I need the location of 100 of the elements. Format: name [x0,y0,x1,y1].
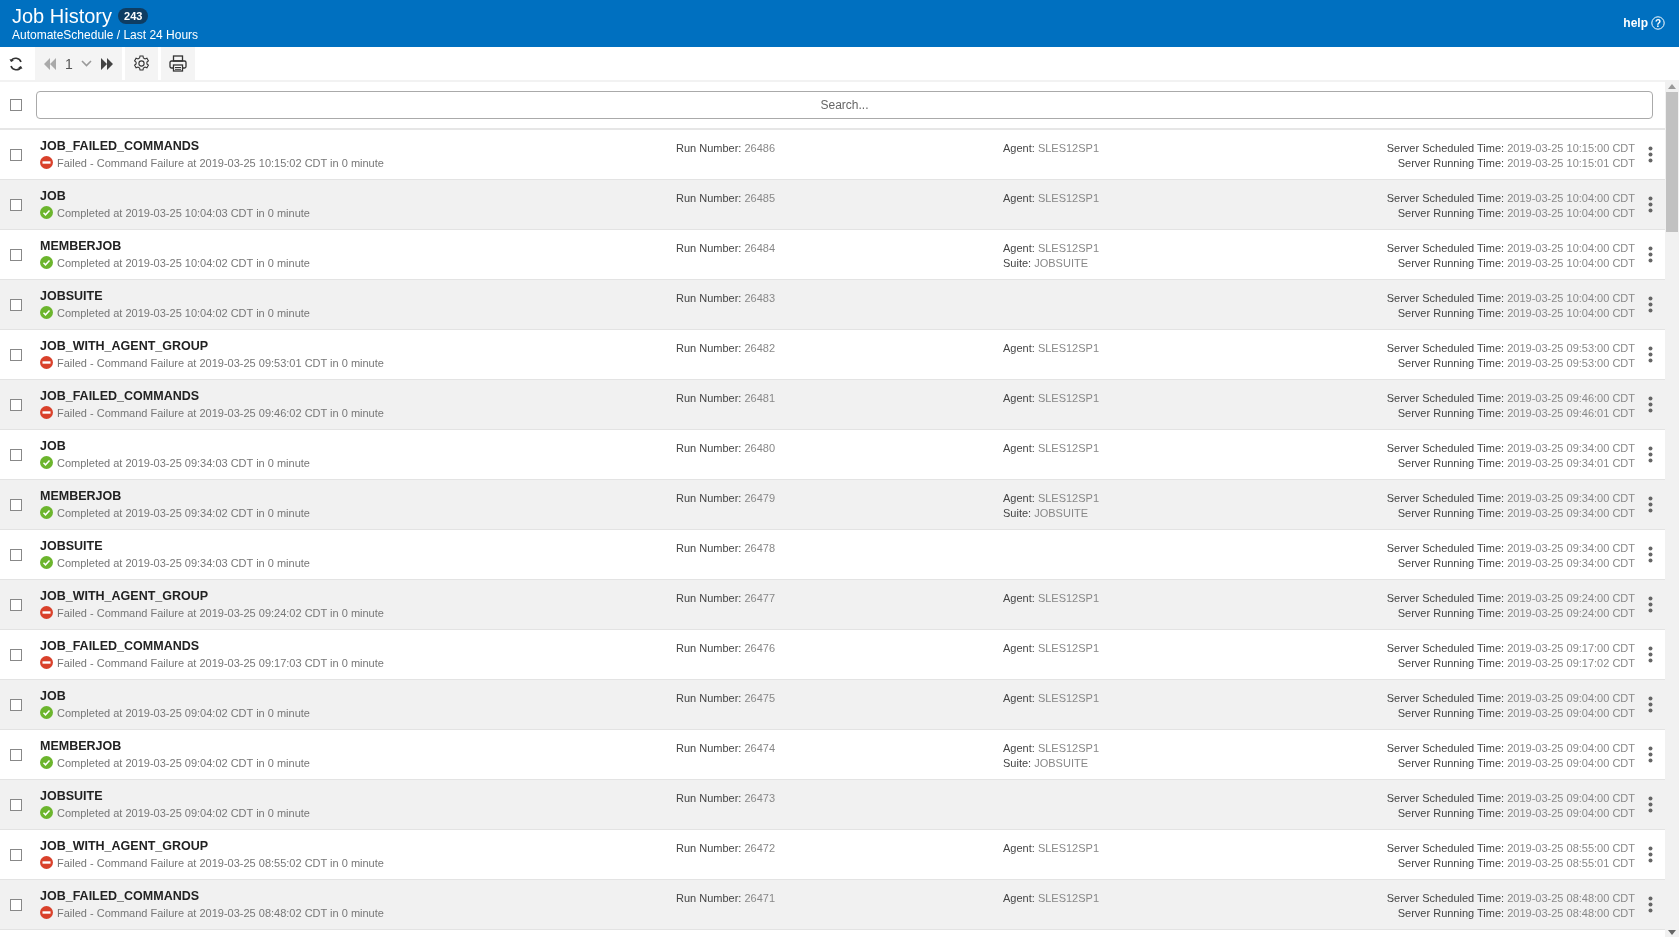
scroll-down-icon[interactable] [1668,930,1676,935]
checkbox[interactable] [10,898,22,911]
job-name[interactable]: JOB_FAILED_COMMANDS [40,639,676,653]
checkbox[interactable] [10,298,22,311]
last-page-icon[interactable] [99,57,114,70]
checkbox[interactable] [10,148,22,161]
status-message: Failed - Command Failure at 2019-03-25 09:17:03 CDT in 0 minute [57,656,384,669]
more-options-icon[interactable] [1647,746,1653,763]
job-name[interactable]: JOB_WITH_AGENT_GROUP [40,339,676,353]
scheduled-time-label: Server Scheduled Time: [1386,392,1505,404]
job-name[interactable]: JOB_FAILED_COMMANDS [40,889,676,903]
run-number-value: 26471 [744,892,776,904]
running-time-label: Server Running Time: [1397,907,1505,919]
running-time-value: 2019-03-25 09:04:00 CDT [1507,757,1635,769]
agent-label: Agent: [1003,342,1035,354]
running-time-value: 2019-03-25 09:34:00 CDT [1507,557,1635,569]
run-number-value: 26475 [744,692,776,704]
agent-value: SLES12SP1 [1037,892,1100,904]
checkbox[interactable] [10,548,22,561]
more-options-icon[interactable] [1647,396,1653,413]
scheduled-time-label: Server Scheduled Time: [1386,642,1505,654]
scheduled-time-value: 2019-03-25 09:17:00 CDT [1507,642,1635,654]
more-options-icon[interactable] [1647,196,1653,213]
suite-label: Suite: [1003,257,1032,269]
run-number-value: 26476 [744,642,776,654]
more-options-icon[interactable] [1647,546,1653,563]
more-options-icon[interactable] [1647,596,1653,613]
status-message: Failed - Command Failure at 2019-03-25 08:48:02 CDT in 0 minute [57,906,384,919]
job-name[interactable]: JOBSUITE [40,289,676,303]
scheduled-time-value: 2019-03-25 10:15:00 CDT [1507,142,1635,154]
job-name[interactable]: MEMBERJOB [40,239,676,253]
job-name[interactable]: JOB_WITH_AGENT_GROUP [40,839,676,853]
search-field[interactable]: Search... [36,91,1653,119]
agent-value: SLES12SP1 [1037,442,1100,454]
more-options-icon[interactable] [1647,296,1653,313]
checkbox[interactable] [10,398,22,411]
more-options-icon[interactable] [1647,346,1653,363]
job-name[interactable]: JOBSUITE [40,789,676,803]
chevron-down-icon[interactable] [80,60,92,67]
help-link[interactable]: help [1623,15,1648,30]
job-name[interactable]: JOB_FAILED_COMMANDS [40,139,676,153]
running-time-value: 2019-03-25 10:15:01 CDT [1507,157,1635,169]
checkbox[interactable] [10,598,22,611]
agent-label: Agent: [1003,742,1035,754]
more-options-icon[interactable] [1647,796,1653,813]
run-number-label: Run Number: [676,492,742,504]
more-options-icon[interactable] [1647,846,1653,863]
scheduled-time-label: Server Scheduled Time: [1386,592,1505,604]
running-time-value: 2019-03-25 09:04:00 CDT [1507,707,1635,719]
checkbox[interactable] [10,99,22,111]
more-options-icon[interactable] [1647,696,1653,713]
checkbox[interactable] [10,498,22,511]
checkbox[interactable] [10,698,22,711]
status-message: Completed at 2019-03-25 10:04:03 CDT in 0 minute [57,206,310,219]
scheduled-time-value: 2019-03-25 09:53:00 CDT [1507,342,1635,354]
more-options-icon[interactable] [1647,496,1653,513]
run-number-value: 26486 [744,142,776,154]
scheduled-time-value: 2019-03-25 09:34:00 CDT [1507,442,1635,454]
running-time-value: 2019-03-25 10:04:00 CDT [1507,307,1635,319]
checkbox[interactable] [10,248,22,261]
checkbox[interactable] [10,648,22,661]
help-icon[interactable]: ? [1651,15,1665,30]
run-number-value: 26472 [744,842,776,854]
more-options-icon[interactable] [1647,446,1653,463]
run-number-label: Run Number: [676,392,742,404]
agent-label: Agent: [1003,592,1035,604]
job-name[interactable]: JOB_FAILED_COMMANDS [40,389,676,403]
running-time-label: Server Running Time: [1397,607,1505,619]
agent-label: Agent: [1003,492,1035,504]
checkbox[interactable] [10,198,22,211]
job-name[interactable]: JOB [40,189,676,203]
scheduled-time-value: 2019-03-25 08:55:00 CDT [1507,842,1635,854]
more-options-icon[interactable] [1647,896,1653,913]
running-time-value: 2019-03-25 10:04:00 CDT [1507,257,1635,269]
checkbox[interactable] [10,348,22,361]
checkbox[interactable] [10,798,22,811]
scheduled-time-label: Server Scheduled Time: [1386,842,1505,854]
more-options-icon[interactable] [1647,246,1653,263]
checkbox[interactable] [10,848,22,861]
run-number-label: Run Number: [676,242,742,254]
checkbox[interactable] [10,448,22,461]
page-number[interactable]: 1 [65,55,73,72]
settings-button[interactable] [124,47,158,80]
job-name[interactable]: JOB_WITH_AGENT_GROUP [40,589,676,603]
scheduled-time-label: Server Scheduled Time: [1386,442,1505,454]
job-name[interactable]: MEMBERJOB [40,489,676,503]
job-name[interactable]: JOBSUITE [40,539,676,553]
run-number-value: 26482 [744,342,776,354]
job-name[interactable]: MEMBERJOB [40,739,676,753]
more-options-icon[interactable] [1647,646,1653,663]
job-name[interactable]: JOB [40,439,676,453]
checkbox[interactable] [10,748,22,761]
breadcrumb: AutomateSchedule / Last 24 Hours [12,28,199,42]
agent-value: SLES12SP1 [1037,342,1100,354]
status-message: Completed at 2019-03-25 10:04:02 CDT in 0 minute [57,306,310,319]
running-time-label: Server Running Time: [1397,157,1505,169]
scrollbar-thumb[interactable] [1666,92,1678,232]
more-options-icon[interactable] [1647,146,1653,163]
print-button[interactable] [160,47,195,80]
job-name[interactable]: JOB [40,689,676,703]
